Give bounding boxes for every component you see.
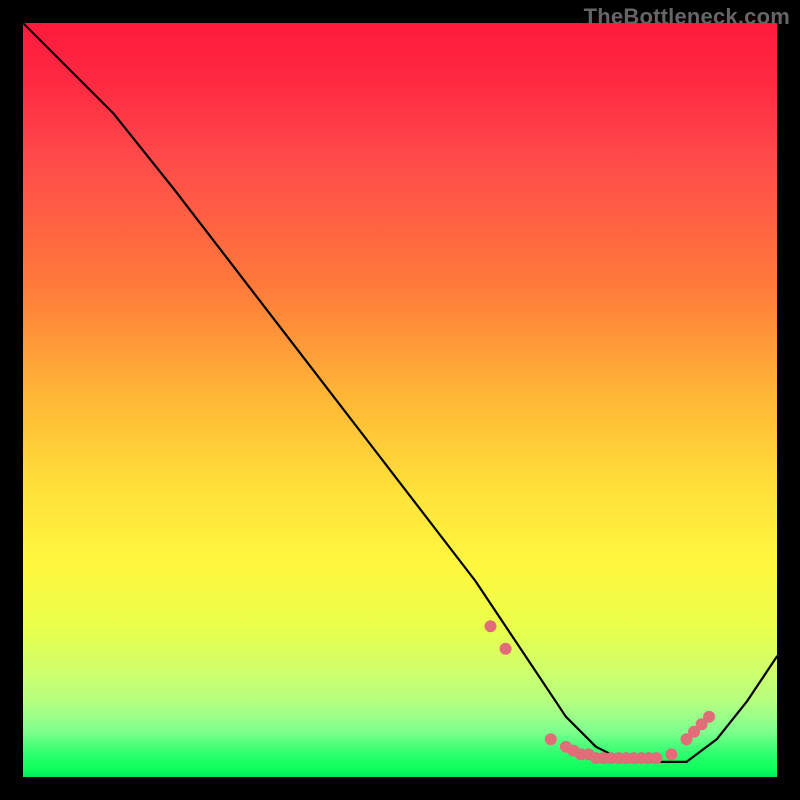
chart-overlay-svg [23, 23, 777, 777]
curve-marker [650, 752, 662, 764]
curve-marker [485, 620, 497, 632]
curve-marker [703, 711, 715, 723]
curve-marker [500, 643, 512, 655]
curve-marker [665, 748, 677, 760]
watermark-text: TheBottleneck.com [584, 4, 790, 30]
plot-area [23, 23, 777, 777]
bottleneck-curve [23, 23, 777, 762]
curve-markers [485, 620, 716, 764]
curve-marker [545, 733, 557, 745]
chart-frame: TheBottleneck.com [0, 0, 800, 800]
